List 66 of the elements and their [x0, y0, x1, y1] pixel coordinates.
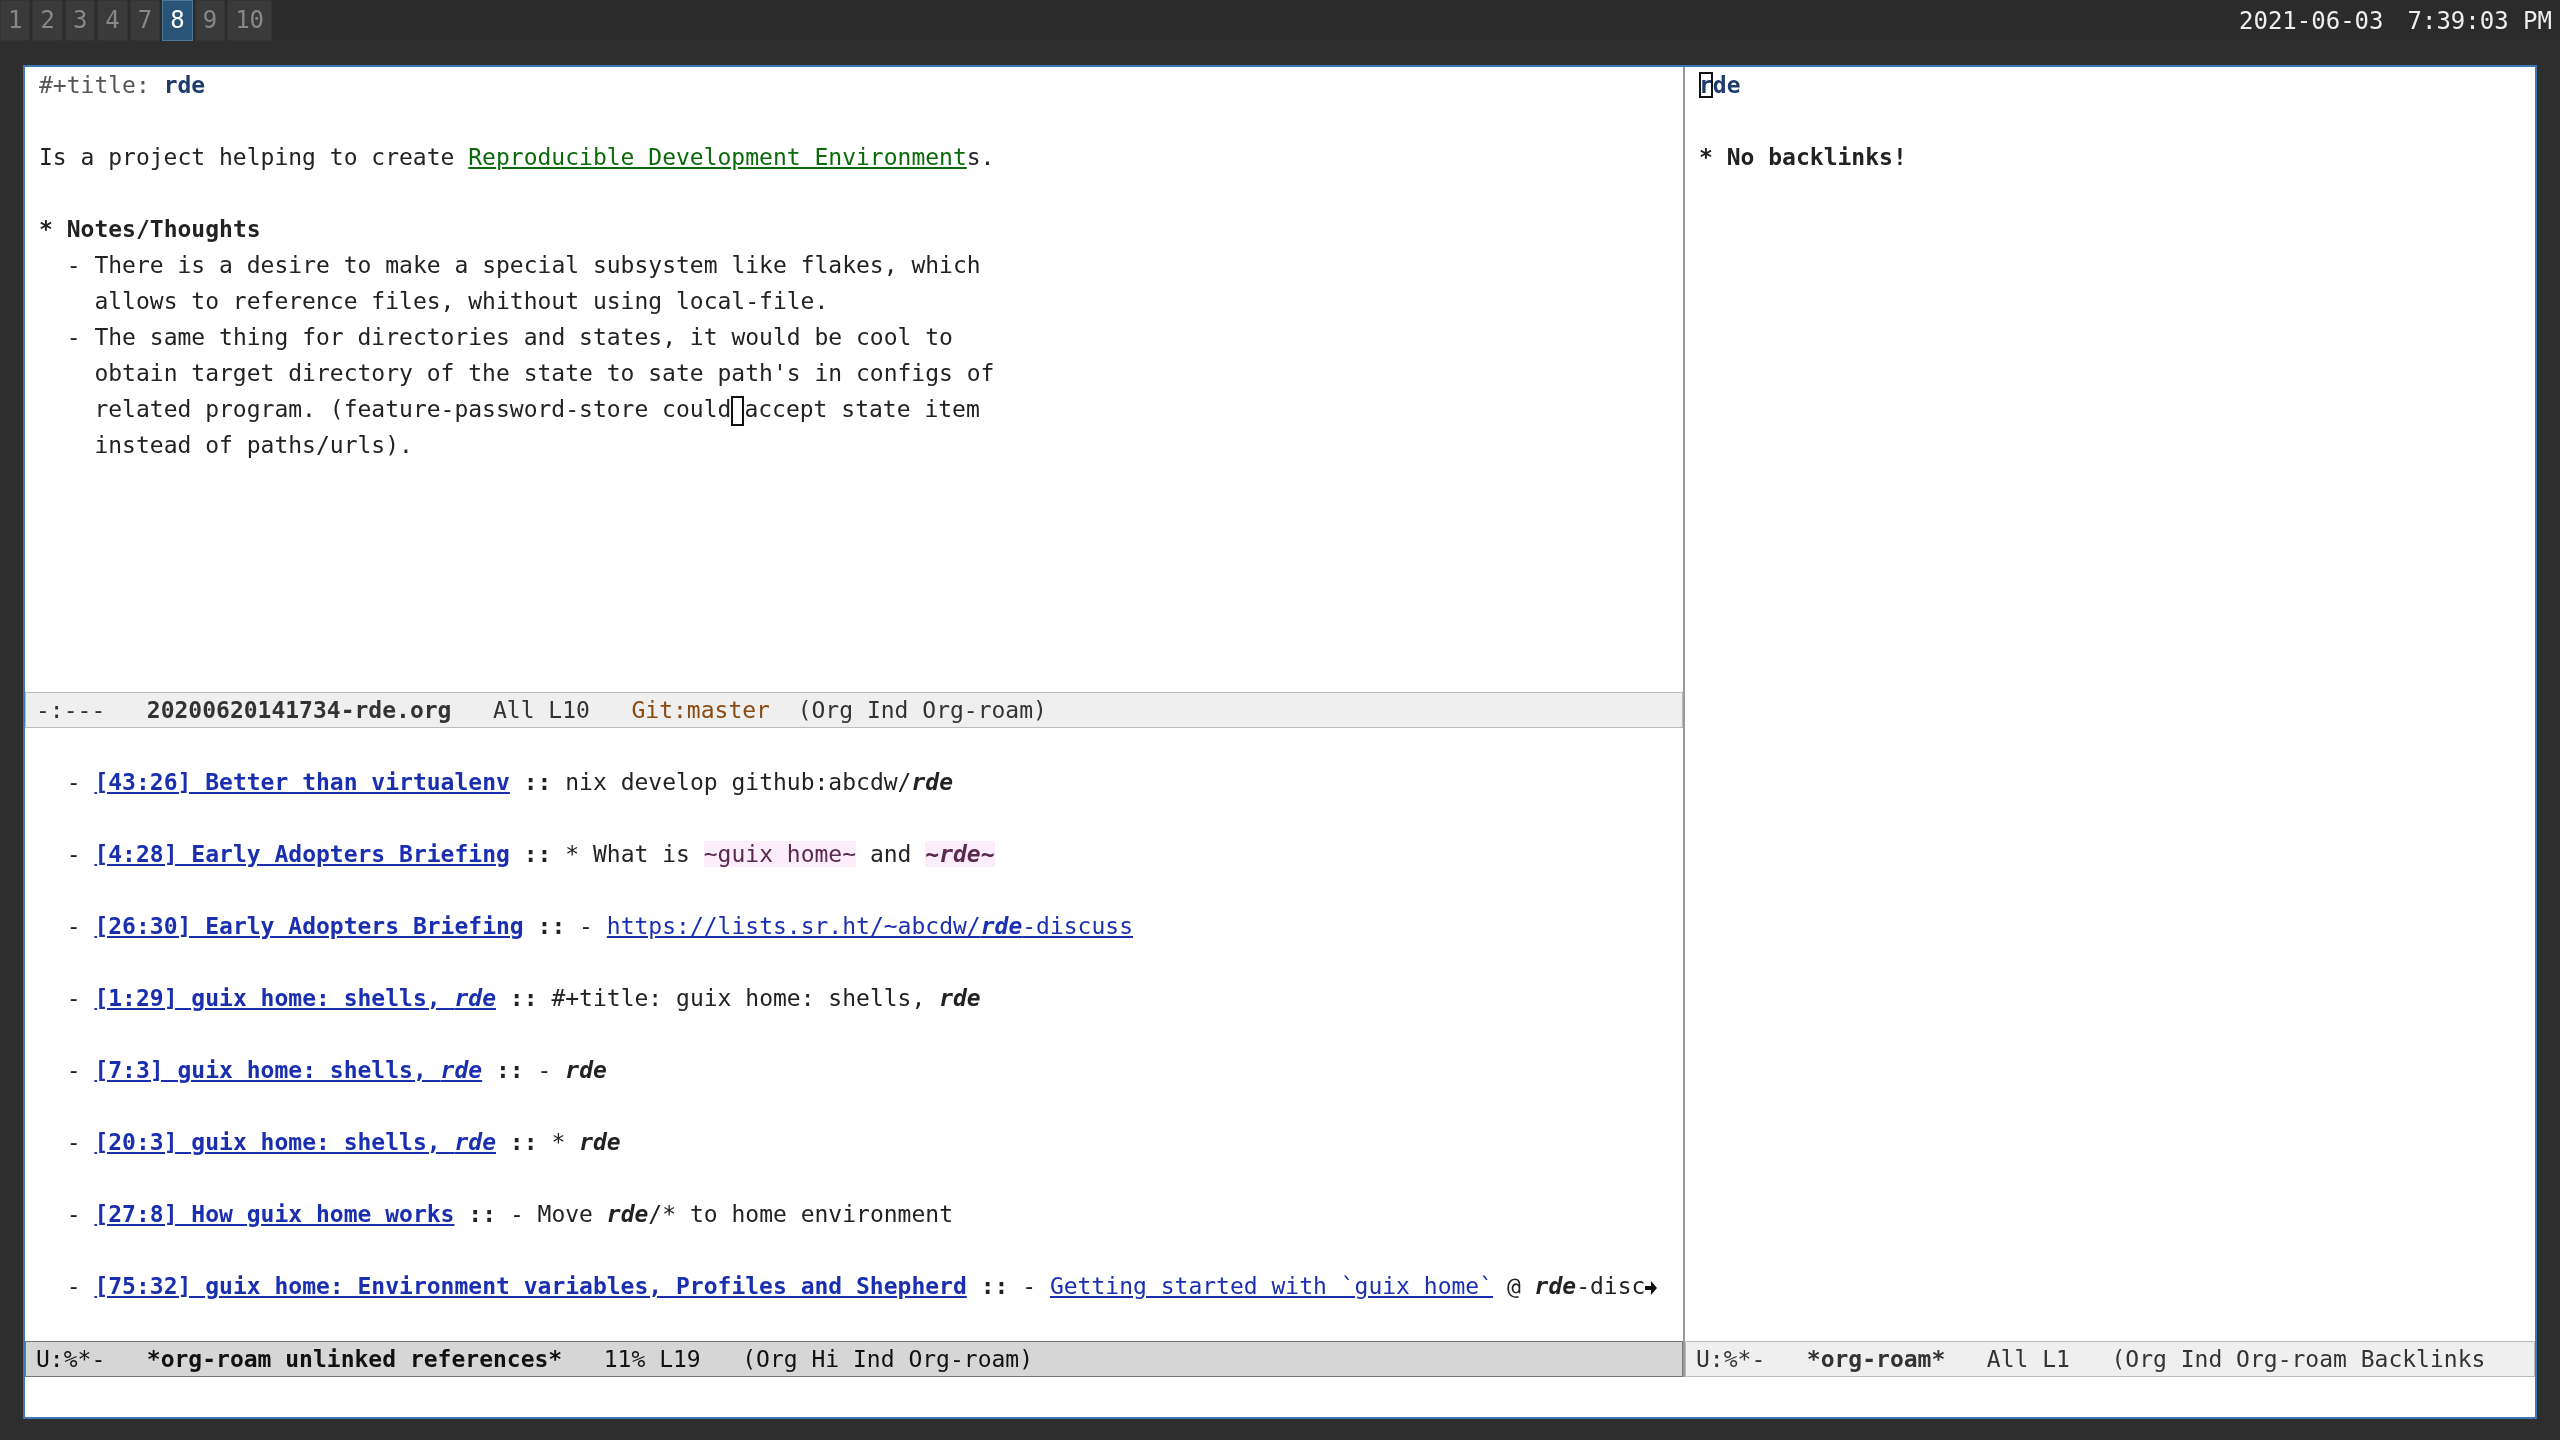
list-bullet: -: [66, 769, 81, 795]
list-text: allows to reference files, whithout using local-file.: [94, 288, 829, 314]
reference-link[interactable]: [1:29] guix home: shells, rde: [94, 985, 496, 1011]
mode-line-buffer-name: 20200620141734-rde.org: [146, 697, 452, 723]
mode-line-modes: (Org Ind Org-roam Backlinks: [2111, 1346, 2486, 1372]
reference-link[interactable]: [20:3] guix home: shells, rde: [94, 1129, 496, 1155]
reference-snippet: * What is ~guix home~ and ~rde~: [565, 841, 995, 867]
mode-line-status: -:---: [36, 697, 106, 723]
list-bullet: -: [66, 1273, 81, 1299]
heading-prefix: *: [39, 216, 53, 242]
list-text: accept state item: [744, 396, 980, 422]
mode-line-buffer-name: *org-roam unlinked references*: [146, 1346, 563, 1372]
reference-link[interactable]: [75:32] guix home: Environment variables, Profiles and Shepherd: [94, 1273, 967, 1299]
mode-line-position: 11% L19: [603, 1346, 701, 1372]
reference-link[interactable]: [7:3] guix home: shells, rde: [94, 1057, 483, 1083]
list-text: instead of paths/urls).: [94, 432, 413, 458]
mode-line-branch: Git:master: [631, 697, 770, 723]
list-bullet: -: [66, 324, 81, 350]
list-bullet: -: [66, 252, 81, 278]
list-bullet: -: [66, 1201, 81, 1227]
reference-link[interactable]: [27:8] How guix home works: [94, 1201, 455, 1227]
mode-line-position: All L10: [493, 697, 590, 723]
heading-text: No backlinks!: [1726, 144, 1907, 170]
list-text: There is a desire to make a special subsystem like flakes, which: [94, 252, 981, 278]
separator: ::: [496, 1057, 524, 1083]
list-text: The same thing for directories and states, it would be cool to: [94, 324, 953, 350]
time: 7:39:03 PM: [2407, 5, 2552, 37]
list-bullet: -: [66, 841, 81, 867]
workspace-tab[interactable]: 8: [162, 0, 193, 41]
mode-line-modes: (Org Hi Ind Org-roam): [742, 1346, 1034, 1372]
mode-line-status: U:%*-: [36, 1346, 106, 1372]
reference-link[interactable]: [43:26] Better than virtualenv: [94, 769, 510, 795]
reference-snippet: - Getting started with `guix home` @ rde-disc: [1022, 1273, 1646, 1299]
reference-link[interactable]: [4:28] Early Adopters Briefing: [94, 841, 510, 867]
list-bullet: -: [66, 913, 81, 939]
reference-snippet: - Move rde/* to home environment: [509, 1201, 953, 1227]
separator: ::: [523, 841, 552, 867]
reference-snippet: - https://lists.sr.ht/~abcdw/rde-discuss: [579, 913, 1133, 939]
reference-snippet: - rde: [537, 1057, 607, 1083]
mode-line-position: All L1: [1986, 1346, 2070, 1372]
reference-link[interactable]: [26:30] Early Adopters Briefing: [94, 913, 524, 939]
link-text[interactable]: Reproducible Development Environment: [468, 144, 967, 170]
reference-snippet: #+title: guix home: shells, rde: [551, 985, 981, 1011]
heading-text: Notes/Thoughts: [66, 216, 261, 242]
separator: ::: [523, 769, 552, 795]
title-keyword: #+title:: [39, 72, 150, 98]
separator: ::: [509, 1129, 538, 1155]
heading-prefix: *: [1699, 144, 1713, 170]
mode-line-status: U:%*-: [1696, 1346, 1766, 1372]
separator: ::: [509, 985, 538, 1011]
mode-line-modes: (Org Ind Org-roam): [797, 697, 1047, 723]
separator: ::: [537, 913, 566, 939]
document-title: rde: [163, 72, 206, 98]
reference-snippet: * rde: [551, 1129, 621, 1155]
separator: ::: [980, 1273, 1009, 1299]
date: 2021-06-03: [2239, 5, 2384, 37]
list-bullet: -: [66, 985, 81, 1011]
text-cursor: [731, 395, 745, 426]
reference-snippet: nix develop github:abcdw/rde: [565, 769, 953, 795]
list-bullet: -: [66, 1057, 81, 1083]
paragraph-text: Is a project helping to create Reproducible Development Environments.: [39, 144, 995, 170]
list-text: related program. (feature-password-store could: [94, 396, 732, 422]
list-bullet: -: [66, 1129, 81, 1155]
mode-line-buffer-name: *org-roam*: [1806, 1346, 1946, 1372]
list-text: obtain target directory of the state to sate path's in configs of: [94, 360, 995, 386]
separator: ::: [468, 1201, 496, 1227]
